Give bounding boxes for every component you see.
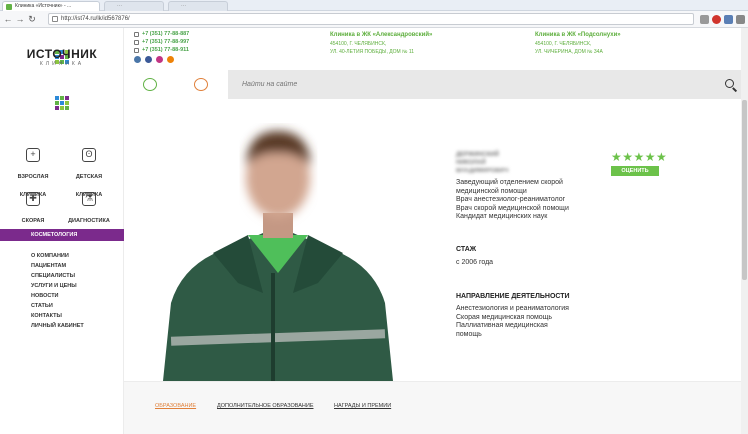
ambulance-icon: ✚ [26, 192, 40, 206]
clinic-address: 454100, Г. ЧЕЛЯБИНСК, УЛ. ЧИЧЕРИНА, ДОМ … [535, 41, 603, 55]
doctor-first-name: НИКОЛАЙ [456, 160, 486, 166]
phone-icon [134, 40, 139, 45]
sidebar-item-account[interactable]: ЛИЧНЫЙ КАБИНЕТ [31, 321, 84, 331]
search-input[interactable] [242, 78, 702, 91]
sidebar-item-contacts[interactable]: КОНТАКТЫ [31, 311, 84, 321]
direction-title: НАПРАВЛЕНИЕ ДЕЯТЕЛЬНОСТИ [456, 293, 570, 300]
clinic-title[interactable]: Клиника в ЖК «Александровский» [330, 32, 432, 38]
doctor-photo [153, 123, 403, 381]
phone-icon [134, 32, 139, 37]
forward-arrow-icon[interactable]: → [15, 14, 25, 24]
stroller-icon[interactable] [194, 78, 208, 91]
logo-mark-icon [55, 96, 69, 110]
sidebar-item-about[interactable]: О КОМПАНИИ [31, 251, 84, 261]
doctor-patronymic: ВЛАДИМИРОВИЧ [456, 168, 509, 174]
browser-tab[interactable]: ··· [168, 1, 228, 11]
url-bar[interactable]: http://ist74.ru/lk/id567876/ [48, 13, 694, 25]
flask-icon: ⚗ [82, 192, 96, 206]
browser-tabbar: Клиника «Источник» - ... ··· ··· [0, 0, 748, 11]
doctor-surname: ДЕРЖИНСКИЙ [456, 152, 499, 158]
teddy-bear-icon: ʘ [82, 148, 96, 162]
sidebar-item-specialists[interactable]: СПЕЦИАЛИСТЫ [31, 271, 84, 281]
reload-icon[interactable]: ↻ [27, 14, 37, 24]
sidebar-item-patients[interactable]: ПАЦИЕНТАМ [31, 261, 84, 271]
extension-icon[interactable] [724, 15, 733, 24]
brand-name[interactable]: ИСТОЧНИК [0, 47, 124, 61]
rating-stars[interactable]: ★★★★★ [611, 150, 667, 164]
back-arrow-icon[interactable]: ← [3, 14, 13, 24]
sidebar-menu: О КОМПАНИИ ПАЦИЕНТАМ СПЕЦИАЛИСТЫ УСЛУГИ … [31, 251, 84, 331]
search-icon[interactable] [725, 79, 734, 88]
pills-icon[interactable] [143, 78, 157, 91]
sidebar-item-articles[interactable]: СТАТЬИ [31, 301, 84, 311]
tab-awards[interactable]: НАГРАДЫ И ПРЕМИИ [334, 403, 391, 409]
phone-number[interactable]: +7 (351) 77-88-887 [134, 31, 189, 37]
doctor-photo-image [163, 131, 393, 381]
doctor-roles: Заведующий отделением скорой медицинской… [456, 179, 569, 220]
scrollbar-thumb[interactable] [742, 100, 747, 280]
service-diagnostics[interactable]: ⚗ ДИАГНОСТИКА [64, 192, 114, 227]
sidebar-item-cosmetology[interactable]: КОСМЕТОЛОГИЯ [0, 229, 124, 241]
clinic-title[interactable]: Клиника в ЖК «Подсолнухи» [535, 32, 621, 38]
sidebar-item-news[interactable]: НОВОСТИ [31, 291, 84, 301]
direction-list: Анестезиология и реаниматология Скорая м… [456, 305, 569, 338]
tab-additional-education[interactable]: ДОПОЛНИТЕЛЬНОЕ ОБРАЗОВАНИЕ [217, 403, 313, 409]
page-info-icon [52, 16, 58, 22]
browser-toolbar: ← → ↻ http://ist74.ru/lk/id567876/ [0, 11, 748, 28]
browser-tab[interactable]: ··· [104, 1, 164, 11]
tab-education[interactable]: ОБРАЗОВАНИЕ [155, 403, 196, 409]
favicon-icon [6, 4, 12, 10]
instagram-icon[interactable] [156, 56, 163, 63]
experience-value: с 2006 года [456, 259, 494, 266]
adult-clinic-icon: + [26, 148, 40, 162]
brand-subtitle: КЛИНИКА [39, 61, 85, 67]
menu-icon[interactable] [736, 15, 745, 24]
odnoklassniki-icon[interactable] [167, 56, 174, 63]
vk-icon[interactable] [134, 56, 141, 63]
clinic-address: 454100, Г. ЧЕЛЯБИНСК, УЛ. 40-ЛЕТИЯ ПОБЕД… [330, 41, 415, 55]
phone-icon [134, 48, 139, 53]
phone-number[interactable]: +7 (351) 77-88-997 [134, 39, 189, 45]
sidebar-item-services-prices[interactable]: УСЛУГИ И ЦЕНЫ [31, 281, 84, 291]
extension-icon[interactable] [712, 15, 721, 24]
search-bar [228, 70, 748, 99]
phone-number[interactable]: +7 (351) 77-88-911 [134, 47, 189, 53]
quick-icons [124, 70, 228, 99]
bookmark-star-icon[interactable] [700, 15, 709, 24]
browser-tab-active[interactable]: Клиника «Источник» - ... [2, 1, 100, 11]
experience-title: СТАЖ [456, 246, 477, 253]
rate-button[interactable]: ОЦЕНИТЬ [611, 166, 659, 176]
facebook-icon[interactable] [145, 56, 152, 63]
